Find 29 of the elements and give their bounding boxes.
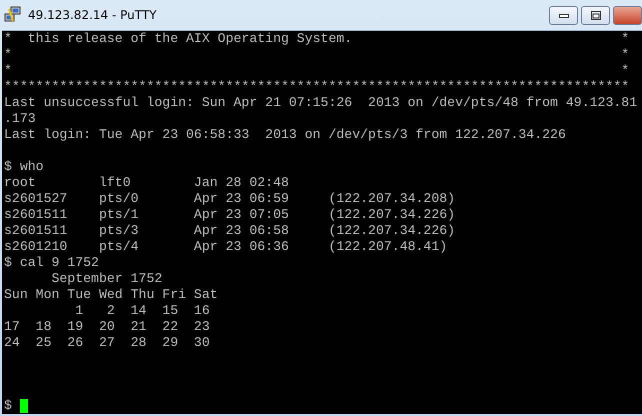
maximize-icon — [590, 11, 600, 20]
terminal-line: s2601210 pts/4 Apr 23 06:36 (122.207.48.41) — [4, 238, 448, 255]
terminal-line: * this release of the AIX Operating System. — [4, 31, 352, 47]
shell-prompt: $ — [4, 398, 12, 414]
maximize-button[interactable] — [581, 6, 610, 25]
terminal-line: root lft0 Jan 28 02:48 — [4, 174, 289, 191]
terminal-line: ******************************************************************************* — [4, 79, 630, 95]
terminal-line: $ who — [4, 158, 44, 175]
terminal-line: * — [4, 63, 12, 79]
minimize-button[interactable] — [549, 6, 578, 25]
terminal-line: * — [4, 47, 12, 63]
terminal-line: September 1752 — [50, 270, 162, 287]
terminal-line: $ cal 9 1752 — [4, 254, 99, 271]
border-asterisk: * — [621, 47, 630, 63]
border-asterisk: * — [621, 63, 630, 79]
computers-icon — [4, 6, 22, 24]
terminal-line: s2601511 pts/1 Apr 23 07:05 (122.207.34.226) — [4, 206, 456, 223]
terminal-line: s2601511 pts/3 Apr 23 06:58 (122.207.34.226) — [4, 222, 456, 239]
window-title: 49.123.82.14 - PuTTY — [28, 8, 158, 22]
terminal-line: Sun Mon Tue Wed Thu Fri Sat — [4, 286, 218, 303]
terminal-line: s2601527 pts/0 Apr 23 06:59 (122.207.34.208) — [4, 190, 456, 207]
minimize-icon — [558, 14, 568, 18]
terminal-line: Last unsuccessful login: Sun Apr 21 07:15:26 2013 on /dev/pts/48 from 49.123.81 — [4, 95, 638, 111]
terminal-line: .173 — [4, 111, 36, 127]
terminal-line: 24 25 26 27 28 29 30 — [4, 334, 210, 351]
terminal-line: 17 18 19 20 21 22 23 — [4, 318, 210, 335]
terminal-line: 1 2 14 15 16 — [74, 302, 210, 319]
border-asterisk: * — [621, 31, 630, 47]
terminal-line: Last login: Tue Apr 23 06:58:33 2013 on /dev/pts/3 from 122.207.34.226 — [4, 127, 566, 143]
